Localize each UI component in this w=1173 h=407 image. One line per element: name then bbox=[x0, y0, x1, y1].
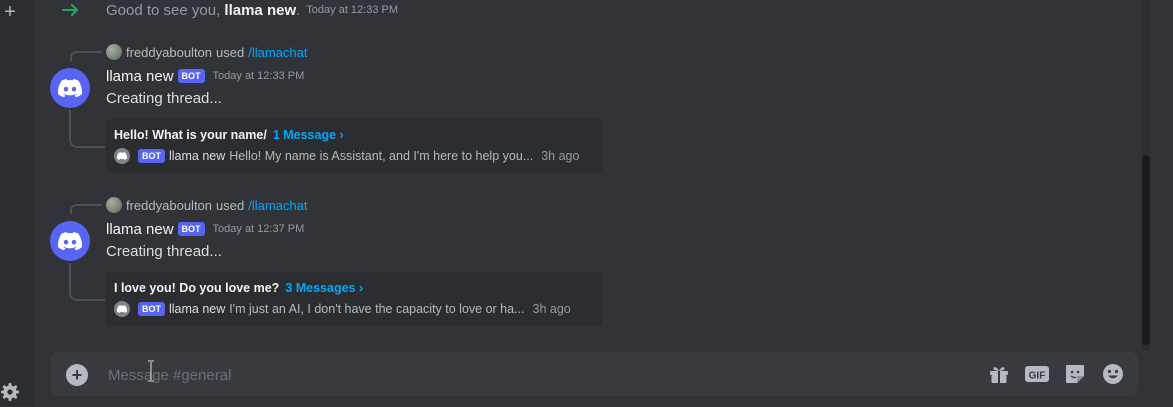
system-text: Good to see you, llama new. bbox=[106, 2, 300, 19]
left-sidebar: + bbox=[0, 0, 34, 406]
slash-command[interactable]: /llamachat bbox=[248, 198, 307, 213]
chat-area: Good to see you, llama new. Today at 12:… bbox=[34, 0, 1139, 406]
discord-icon bbox=[58, 79, 82, 97]
message-content: Creating thread... bbox=[106, 243, 222, 260]
bot-tag: BOT bbox=[177, 69, 205, 83]
thread-title-row: I love you! Do you love me? 3 Messages › bbox=[114, 281, 363, 295]
thread-avatar bbox=[114, 301, 130, 317]
svg-text:GIF: GIF bbox=[1029, 371, 1046, 382]
scrollbar[interactable] bbox=[1140, 0, 1150, 350]
author-name[interactable]: llama new bbox=[106, 221, 174, 238]
thread-age: 3h ago bbox=[541, 149, 580, 163]
message-header: llama new BOT Today at 12:37 PM bbox=[106, 218, 304, 240]
thread-age: 3h ago bbox=[532, 302, 571, 316]
thread-preview[interactable]: Hello! What is your name/1 Message › BOT… bbox=[106, 119, 602, 173]
message-timestamp[interactable]: Today at 12:37 PM bbox=[213, 223, 305, 235]
greeting-text: Good to see you, bbox=[106, 1, 225, 19]
reply-used-text: used bbox=[216, 197, 245, 213]
reply-avatar[interactable] bbox=[106, 44, 122, 60]
gear-icon[interactable] bbox=[0, 382, 20, 402]
thread-bot-tag: BOT bbox=[138, 302, 165, 316]
emoji-icon[interactable] bbox=[1100, 362, 1126, 386]
system-message: Good to see you, llama new. Today at 12:… bbox=[62, 0, 398, 20]
gif-icon[interactable]: GIF bbox=[1024, 362, 1050, 386]
thread-title-row: Hello! What is your name/1 Message › bbox=[114, 128, 344, 142]
thread-last-message: BOT llama new Hello! My name is Assistan… bbox=[114, 148, 579, 164]
thread-name[interactable]: I love you! Do you love me? bbox=[114, 281, 279, 295]
message-timestamp[interactable]: Today at 12:33 PM bbox=[213, 70, 305, 82]
thread-last-preview: I'm just an AI, I don't have the capacit… bbox=[229, 302, 525, 316]
reply-header[interactable]: freddyaboulton used /llamachat bbox=[106, 43, 307, 61]
thread-last-user: llama new bbox=[169, 149, 226, 163]
thread-connector bbox=[69, 110, 105, 148]
system-timestamp: Today at 12:33 PM bbox=[306, 4, 399, 16]
reply-connector bbox=[70, 51, 102, 61]
slash-command[interactable]: /llamachat bbox=[248, 45, 307, 60]
greeting-user[interactable]: llama new bbox=[224, 2, 296, 19]
reply-header[interactable]: freddyaboulton used /llamachat bbox=[106, 196, 307, 214]
message-header: llama new BOT Today at 12:33 PM bbox=[106, 65, 304, 87]
attach-plus-icon[interactable]: + bbox=[66, 364, 88, 386]
gift-icon[interactable] bbox=[986, 362, 1012, 386]
reply-username[interactable]: freddyaboulton bbox=[126, 45, 212, 60]
text-cursor-icon bbox=[148, 360, 154, 382]
scrollbar-thumb[interactable] bbox=[1142, 155, 1150, 345]
reply-used-text: used bbox=[216, 44, 245, 60]
thread-last-message: BOT llama new I'm just an AI, I don't ha… bbox=[114, 301, 571, 317]
message-composer: + GIF bbox=[50, 352, 1138, 396]
thread-avatar bbox=[114, 148, 130, 164]
discord-icon bbox=[58, 232, 82, 250]
add-icon[interactable]: + bbox=[2, 2, 18, 22]
bot-tag: BOT bbox=[177, 222, 205, 236]
author-name[interactable]: llama new bbox=[106, 68, 174, 85]
reply-connector bbox=[70, 204, 102, 214]
avatar[interactable] bbox=[50, 68, 90, 108]
message-input[interactable] bbox=[106, 363, 970, 387]
sticker-icon[interactable] bbox=[1062, 362, 1088, 386]
thread-last-preview: Hello! My name is Assistant, and I'm her… bbox=[229, 149, 534, 163]
thread-last-user: llama new bbox=[169, 302, 226, 316]
thread-message-count[interactable]: 1 Message › bbox=[273, 128, 344, 142]
thread-connector bbox=[69, 263, 105, 301]
thread-bot-tag: BOT bbox=[138, 149, 165, 163]
join-arrow-icon bbox=[62, 4, 78, 16]
reply-avatar[interactable] bbox=[106, 197, 122, 213]
thread-name[interactable]: Hello! What is your name/ bbox=[114, 128, 267, 142]
thread-preview[interactable]: I love you! Do you love me? 3 Messages › … bbox=[106, 272, 602, 326]
message-content: Creating thread... bbox=[106, 90, 222, 107]
avatar[interactable] bbox=[50, 221, 90, 261]
thread-message-count[interactable]: 3 Messages › bbox=[285, 281, 363, 295]
greeting-period: . bbox=[296, 1, 301, 19]
reply-username[interactable]: freddyaboulton bbox=[126, 198, 212, 213]
